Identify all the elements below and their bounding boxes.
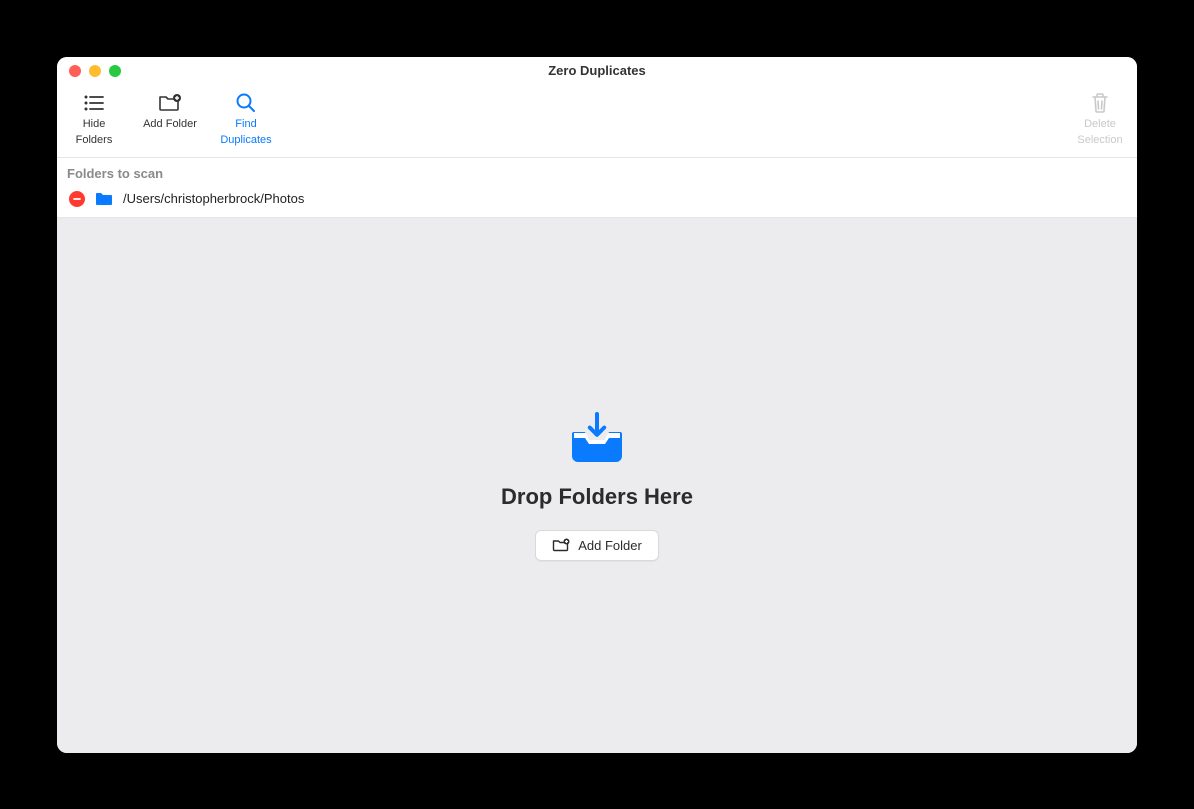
- folders-section: Folders to scan /Users/christopherbrock/…: [57, 158, 1137, 218]
- window-title: Zero Duplicates: [57, 63, 1137, 78]
- list-icon: [82, 91, 106, 115]
- dropzone-title: Drop Folders Here: [501, 484, 693, 510]
- close-window-button[interactable]: [69, 65, 81, 77]
- dropzone[interactable]: Drop Folders Here Add Folder: [57, 218, 1137, 753]
- app-window: Zero Duplicates Hide Folders: [57, 57, 1137, 753]
- folders-header: Folders to scan: [57, 158, 1137, 185]
- find-duplicates-button[interactable]: Find Duplicates: [219, 91, 273, 147]
- toolbar: Hide Folders Add Folder Find: [57, 85, 1137, 158]
- hide-folders-button[interactable]: Hide Folders: [67, 91, 121, 147]
- toolbar-label: Folders: [76, 134, 113, 147]
- button-label: Add Folder: [578, 538, 642, 553]
- folder-plus-icon: [158, 91, 182, 115]
- delete-selection-button: Delete Selection: [1073, 91, 1127, 147]
- folder-icon: [95, 192, 113, 206]
- toolbar-label: Hide: [83, 118, 106, 131]
- folder-row: /Users/christopherbrock/Photos: [57, 185, 1137, 217]
- folder-plus-icon: [552, 538, 570, 552]
- toolbar-label: Duplicates: [220, 134, 271, 147]
- folder-path: /Users/christopherbrock/Photos: [123, 191, 304, 206]
- remove-folder-button[interactable]: [69, 191, 85, 207]
- search-icon: [234, 91, 258, 115]
- toolbar-label: Find: [235, 118, 256, 131]
- toolbar-label: Add Folder: [143, 118, 197, 131]
- inbox-download-icon: [568, 410, 626, 464]
- add-folder-button[interactable]: Add Folder: [143, 91, 197, 131]
- minimize-window-button[interactable]: [89, 65, 101, 77]
- traffic-lights: [57, 65, 121, 77]
- dropzone-add-folder-button[interactable]: Add Folder: [535, 530, 659, 561]
- toolbar-label: Delete: [1084, 118, 1116, 131]
- toolbar-label: Selection: [1077, 134, 1122, 147]
- zoom-window-button[interactable]: [109, 65, 121, 77]
- trash-icon: [1088, 91, 1112, 115]
- titlebar: Zero Duplicates: [57, 57, 1137, 85]
